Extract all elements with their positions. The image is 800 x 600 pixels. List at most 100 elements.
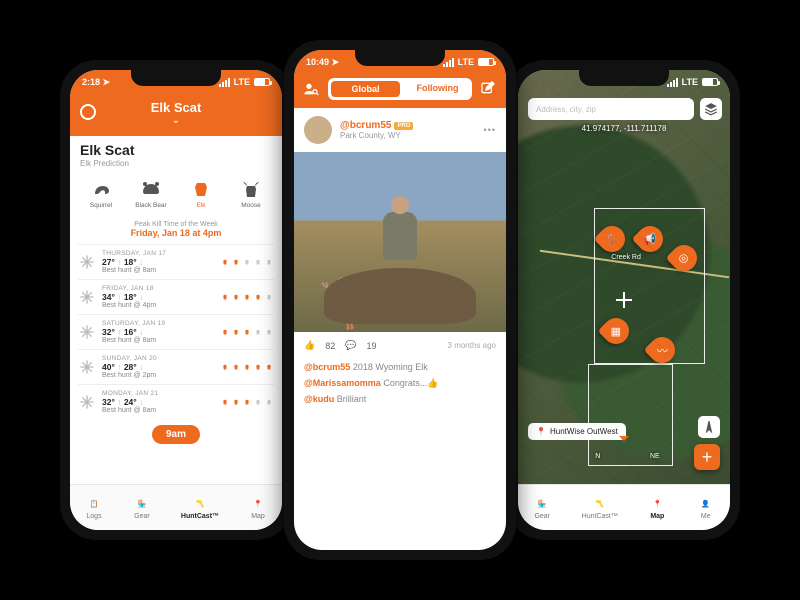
network-label: LTE — [234, 77, 250, 87]
map-icon: 📍 — [648, 495, 666, 513]
signal-icon — [219, 78, 230, 87]
phone-map: Creek Rd 🦌📢◎▦〰 LTE Address, city, zip 41… — [508, 60, 740, 540]
coordinates-label: 41.974177, -111.711178 — [518, 124, 730, 133]
forecast-date: FRIDAY, JAN 18 — [102, 285, 214, 292]
network-label: LTE — [682, 77, 698, 87]
ellipsis-icon[interactable]: ••• — [484, 125, 496, 135]
parcel-outline — [594, 208, 704, 364]
tab-label: Gear — [533, 513, 551, 520]
forecast-list: THURSDAY, JAN 1727° ↑ 18° ↓Best hunt @ 8… — [70, 244, 282, 419]
comment-handle[interactable]: @Marissamomma — [304, 378, 381, 388]
snowflake-icon — [78, 323, 96, 341]
battery-icon — [702, 78, 718, 86]
animal-label: Black Bear — [132, 202, 170, 209]
comment-row: @bcrum55 2018 Wyoming Elk — [304, 359, 496, 375]
add-button[interactable]: + — [694, 444, 720, 470]
status-time: 2:18 — [82, 77, 100, 87]
avatar[interactable] — [304, 116, 332, 144]
forecast-row[interactable]: THURSDAY, JAN 1727° ↑ 18° ↓Best hunt @ 8… — [78, 244, 274, 279]
person-search-icon[interactable] — [302, 80, 320, 98]
location-arrow-icon: ➤ — [103, 77, 111, 87]
comment-row: @kudu Brilliant — [304, 391, 496, 407]
battery-icon — [254, 78, 270, 86]
tab-label: Logs — [85, 513, 103, 520]
chevron-down-icon[interactable]: ⌄ — [70, 115, 282, 126]
tab-map[interactable]: 📍Map — [249, 495, 267, 520]
post-location: Park County, WY — [340, 131, 476, 140]
compass-needle-icon — [619, 436, 629, 446]
map-icon: 📍 — [249, 495, 267, 513]
forecast-date: MONDAY, JAN 21 — [102, 390, 214, 397]
forecast-row[interactable]: SATURDAY, JAN 1932° ↑ 16° ↓Best hunt @ 8… — [78, 314, 274, 349]
tab-logs[interactable]: 📋Logs — [85, 495, 103, 520]
post-handle[interactable]: @bcrum55 — [340, 120, 391, 131]
forecast-row[interactable]: SUNDAY, JAN 2040° ↑ 28° ↓Best hunt @ 2pm — [78, 349, 274, 384]
track-icon: 〰 — [657, 342, 668, 358]
comment-text: Congrats...👍 — [383, 378, 438, 388]
forecast-best: Best hunt @ 4pm — [102, 302, 214, 309]
header: Elk Scat ⌄ — [70, 94, 282, 136]
snowflake-icon — [78, 253, 96, 271]
location-arrow-icon: ➤ — [332, 57, 340, 67]
map-pin-horn[interactable]: 📢 — [631, 221, 668, 258]
logs-icon: 📋 — [85, 495, 103, 513]
tab-label: Me — [697, 513, 715, 520]
tab-bar: 🏪Gear 〽️HuntCast™ 📍Map 👤Me — [518, 484, 730, 530]
feed-segment[interactable]: GlobalFollowing — [328, 78, 472, 100]
owner-label: HuntWise OutWest — [550, 427, 618, 436]
forecast-best: Best hunt @ 8am — [102, 407, 214, 414]
forecast-row[interactable]: FRIDAY, JAN 1834° ↑ 18° ↓Best hunt @ 4pm — [78, 279, 274, 314]
forecast-temps: 34° ↑ 18° ↓ — [102, 292, 214, 302]
like-button[interactable]: 👍 — [304, 340, 315, 351]
comment-button[interactable]: 💬 — [345, 340, 356, 351]
search-placeholder: Address, city, zip — [536, 105, 596, 114]
map-search-input[interactable]: Address, city, zip — [528, 98, 694, 120]
forecast-temps: 32° ↑ 16° ↓ — [102, 327, 214, 337]
tab-me[interactable]: 👤Me — [697, 495, 715, 520]
huntcast-icon: 〽️ — [591, 495, 609, 513]
animal-elk[interactable]: Elk — [182, 176, 220, 209]
compass-dir: N — [595, 453, 600, 460]
forecast-row[interactable]: MONDAY, JAN 2132° ↑ 24° ↓Best hunt @ 8am — [78, 384, 274, 419]
phone-huntcast: 2:18 ➤ LTE Elk Scat ⌄ Elk Scat Elk Predi… — [60, 60, 292, 540]
status-time: 10:49 — [306, 57, 329, 67]
north-button[interactable] — [698, 416, 720, 438]
animal-moose[interactable]: Moose — [232, 176, 270, 209]
map-pin-track[interactable]: 〰 — [644, 331, 681, 368]
phone-feed: 10:49 ➤ LTE GlobalFollowing @bcrum55PRO … — [284, 40, 516, 560]
black-bear-icon — [139, 176, 163, 200]
post-photo[interactable]: 🦌 — [294, 152, 506, 332]
header-title[interactable]: Elk Scat — [70, 100, 282, 115]
tab-huntcast[interactable]: 〽️HuntCast™ — [181, 495, 219, 520]
animal-squirrel[interactable]: Squirrel — [82, 176, 120, 209]
tab-huntcast[interactable]: 〽️HuntCast™ — [582, 495, 618, 520]
huntcast-icon: 〽️ — [191, 495, 209, 513]
animal-black-bear[interactable]: Black Bear — [132, 176, 170, 209]
snowflake-icon — [78, 358, 96, 376]
tab-gear[interactable]: 🏪Gear — [533, 495, 551, 520]
target-icon: ◎ — [679, 251, 689, 264]
battery-icon — [478, 58, 494, 66]
animal-label: Squirrel — [82, 202, 120, 209]
comment-handle[interactable]: @bcrum55 — [304, 362, 350, 372]
segment-global[interactable]: Global — [330, 80, 401, 98]
tab-gear[interactable]: 🏪Gear — [133, 495, 151, 520]
me-icon: 👤 — [697, 495, 715, 513]
comment-text: 2018 Wyoming Elk — [353, 362, 428, 372]
map-pin-deer[interactable]: 🦌 — [593, 221, 630, 258]
time-pill[interactable]: 9am — [70, 425, 282, 444]
snowflake-icon — [78, 288, 96, 306]
map-pin-blind[interactable]: ▦ — [597, 313, 634, 350]
comment-handle[interactable]: @kudu — [304, 394, 334, 404]
map-pin-target[interactable]: ◎ — [665, 239, 702, 276]
comment-text: Brilliant — [337, 394, 367, 404]
compose-icon[interactable] — [480, 80, 498, 98]
crosshair-icon[interactable] — [80, 104, 96, 120]
tab-map[interactable]: 📍Map — [648, 495, 666, 520]
layers-button[interactable] — [700, 98, 722, 120]
animal-label: Elk — [182, 202, 220, 209]
forecast-score — [220, 292, 274, 302]
segment-following[interactable]: Following — [403, 78, 472, 100]
crosshair-icon — [616, 292, 632, 308]
peak-label: Peak Kill Time of the Week — [70, 221, 282, 228]
